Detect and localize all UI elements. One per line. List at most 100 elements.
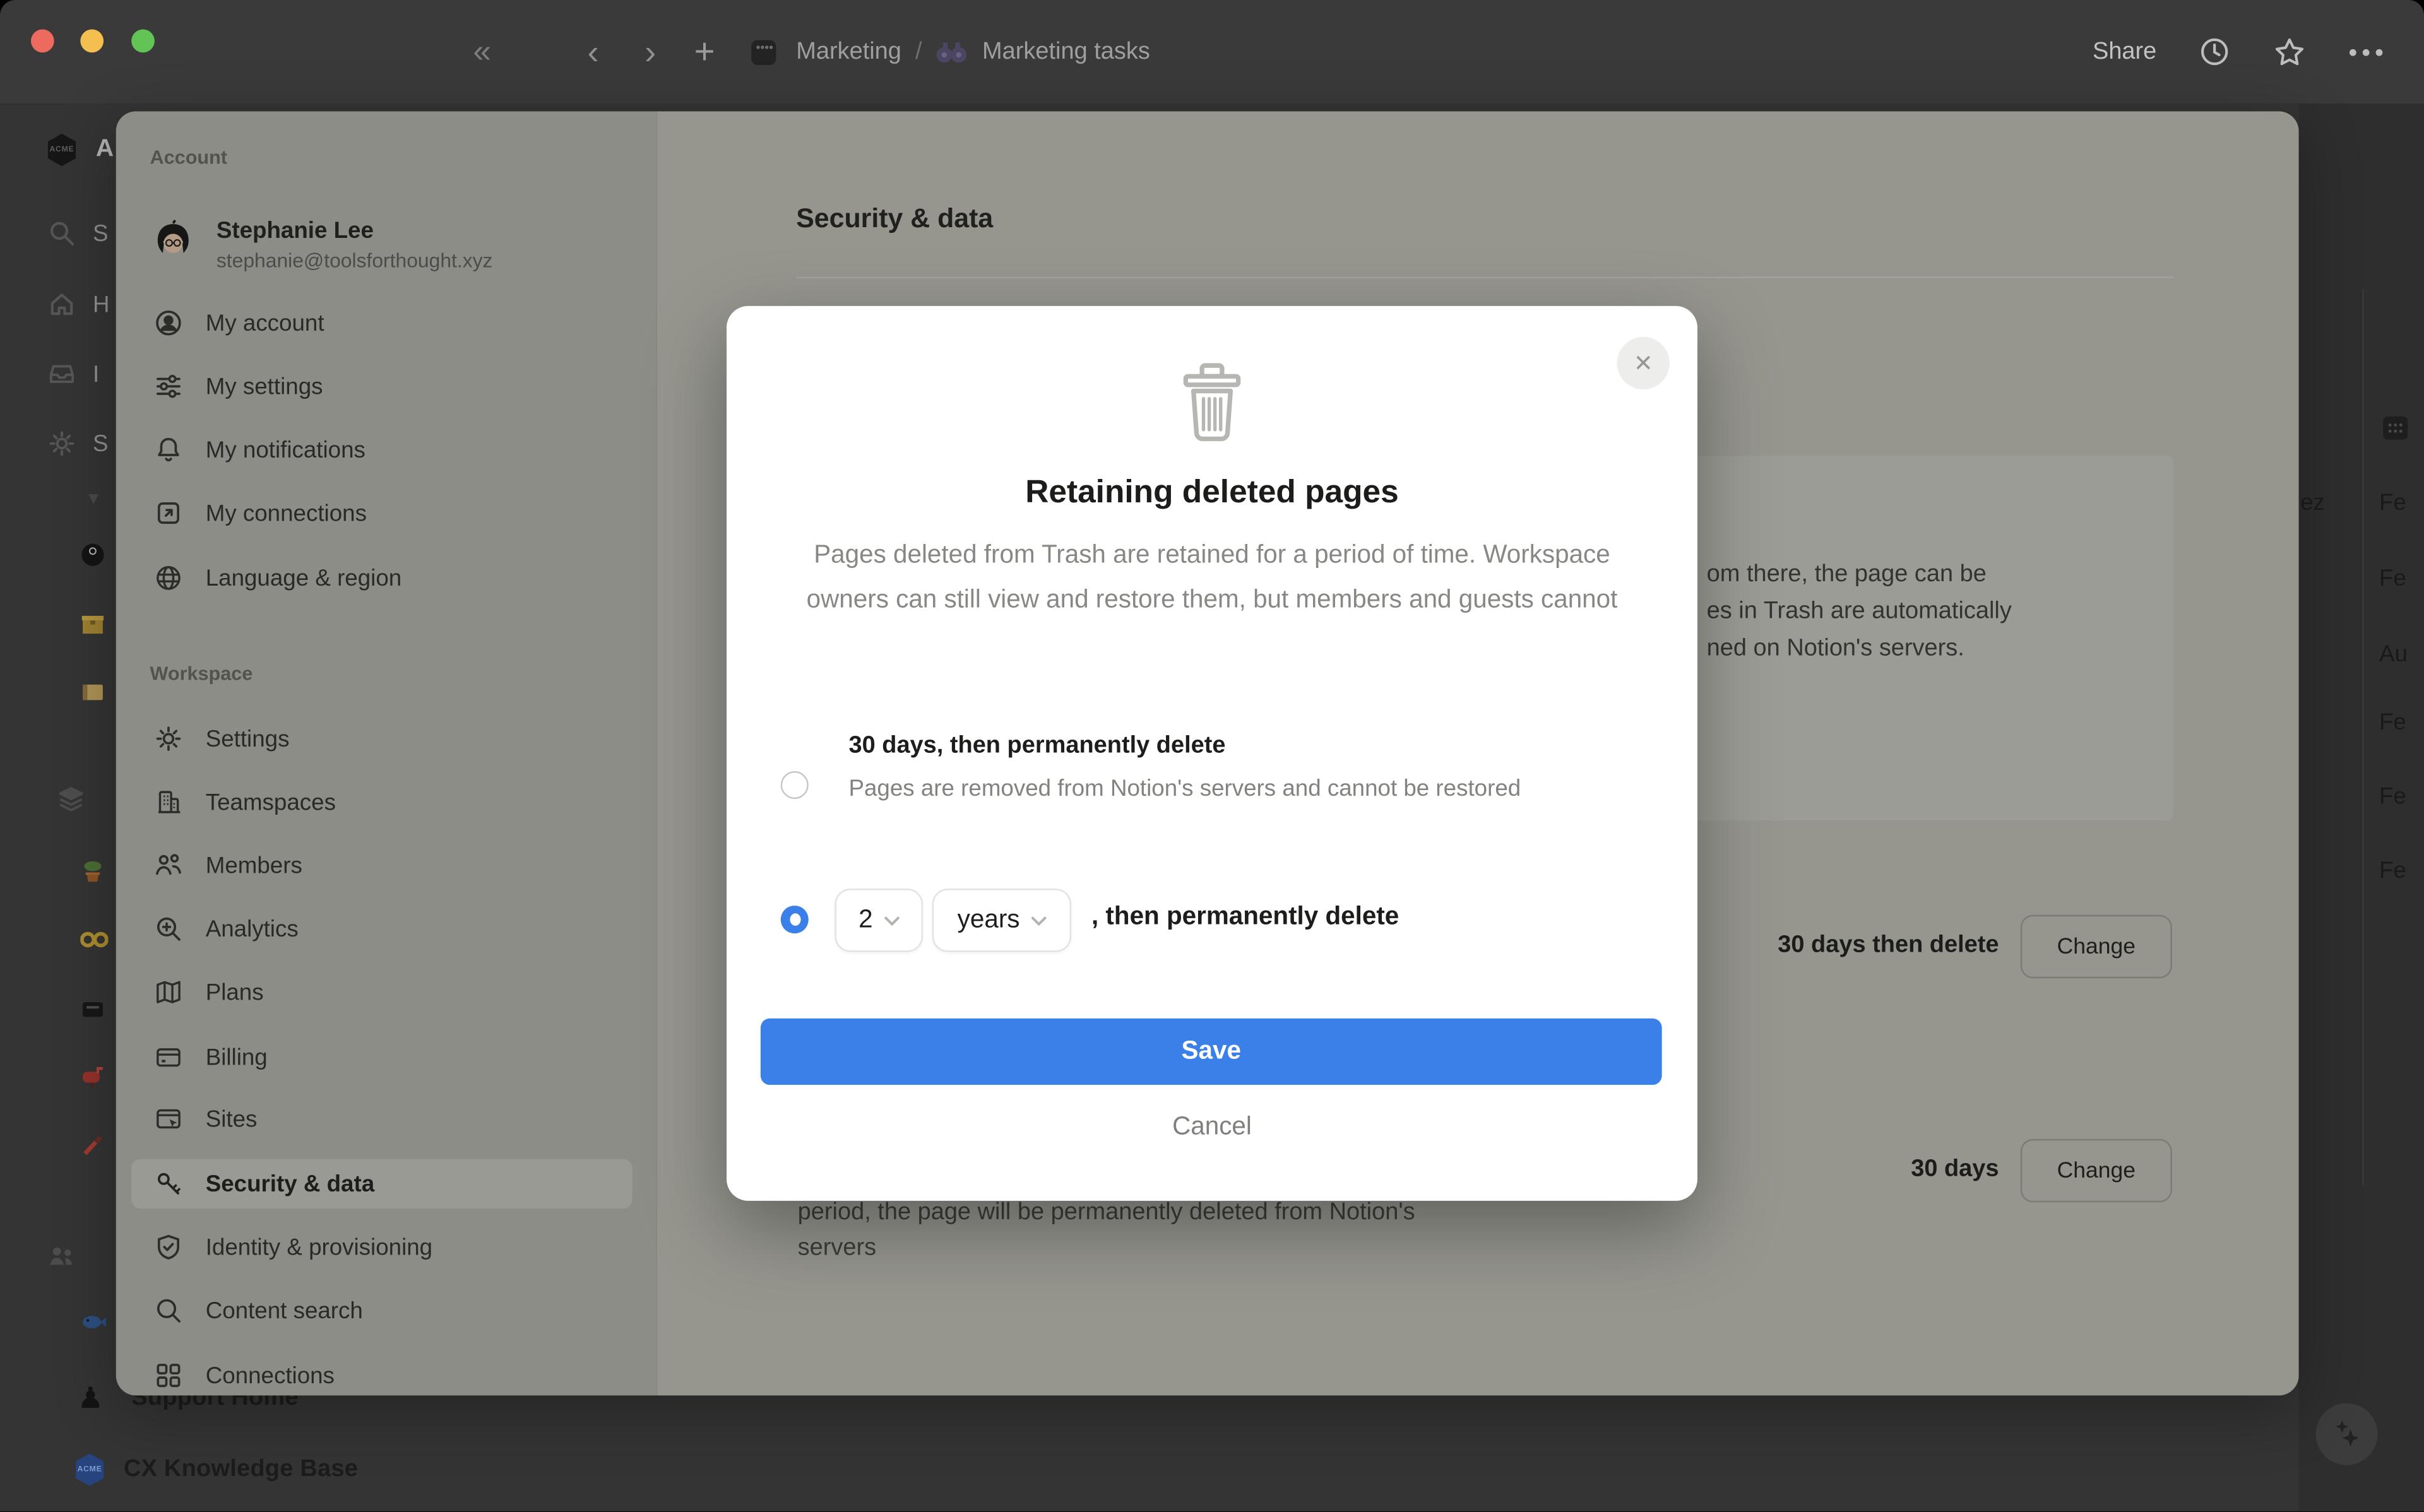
chevron-down-icon xyxy=(884,916,899,925)
sidebar-item-sites[interactable]: Sites xyxy=(131,1094,632,1143)
sidebar-collapse-icon[interactable]: « xyxy=(473,0,491,103)
share-button[interactable]: Share xyxy=(2093,38,2156,66)
sidebar-item-analytics[interactable]: Analytics xyxy=(131,904,632,954)
search-icon xyxy=(46,218,77,249)
acme-workspace-icon: ACME xyxy=(44,131,81,168)
updates-clock-icon[interactable] xyxy=(2198,35,2230,68)
sidebar-item-my-connections[interactable]: My connections xyxy=(131,488,632,538)
table-date-cell: Fe xyxy=(2379,784,2406,810)
favorite-star-icon[interactable] xyxy=(2272,35,2307,69)
workspace-name-fragment: A xyxy=(96,136,114,164)
sidebar-item-my-settings[interactable]: My settings xyxy=(131,362,632,411)
sidebar-item-cx-knowledge-base[interactable]: ACME CX Knowledge Base xyxy=(71,1451,358,1489)
table-date-cell: Fe xyxy=(2379,709,2406,736)
book-icon xyxy=(80,680,105,705)
breadcrumb: Marketing / Marketing tasks xyxy=(796,0,1150,103)
chevron-down-icon xyxy=(1031,916,1046,925)
notion-window: « ‹ › + Marketing / Marketing tasks xyxy=(0,0,2424,1511)
sidebar-item-layers[interactable] xyxy=(56,784,86,815)
titlebar: « ‹ › + Marketing / Marketing tasks xyxy=(0,0,2424,103)
radio-custom-period[interactable] xyxy=(781,906,809,933)
sidebar-item-teamspaces[interactable]: Teamspaces xyxy=(131,777,632,827)
sidebar-item-search[interactable]: S xyxy=(46,218,108,249)
save-button[interactable]: Save xyxy=(761,1019,1662,1085)
table-name-fragment: ez xyxy=(2300,490,2325,516)
sidebar-item-home[interactable]: H xyxy=(46,289,109,320)
sidebar-item-identity-provisioning[interactable]: Identity & provisioning xyxy=(131,1222,632,1272)
period-unit-select[interactable]: years xyxy=(932,889,1071,952)
period-count-select[interactable]: 2 xyxy=(835,889,923,952)
arrow-box-icon xyxy=(153,498,184,529)
close-window-button[interactable] xyxy=(31,30,54,53)
dialog-description: Pages deleted from Trash are retained fo… xyxy=(779,533,1644,623)
sidebar-item-inbox[interactable]: I xyxy=(46,358,99,389)
sidebar-item-settings[interactable]: S xyxy=(46,428,108,459)
sidebar-item-billing[interactable]: Billing xyxy=(131,1032,632,1082)
change-deletion-button[interactable]: Change xyxy=(2021,1139,2172,1202)
new-page-icon[interactable]: + xyxy=(694,0,715,103)
breadcrumb-parent[interactable]: Marketing xyxy=(796,38,901,66)
notion-ai-button[interactable] xyxy=(2316,1403,2378,1465)
sidebar-item-teamspace[interactable] xyxy=(46,1241,77,1272)
option-30-days-description: Pages are removed from Notion's servers … xyxy=(848,771,1644,806)
page-item-screwdriver[interactable] xyxy=(80,1133,105,1157)
fish-icon xyxy=(80,1312,107,1332)
goggles-icon xyxy=(80,929,108,950)
bell-icon xyxy=(153,434,184,465)
map-icon xyxy=(153,977,184,1008)
sidebar-item-my-account[interactable]: My account xyxy=(131,298,632,348)
gear-icon xyxy=(153,723,184,754)
page-item-black-card[interactable] xyxy=(80,997,105,1022)
breadcrumb-current[interactable]: Marketing tasks xyxy=(982,38,1150,66)
retaining-deleted-pages-dialog: ✕ Retaining deleted pages Pages deleted … xyxy=(727,306,1697,1201)
dialog-title: Retaining deleted pages xyxy=(727,475,1697,512)
chess-pawn-icon: ♟ xyxy=(77,1383,104,1414)
people-icon xyxy=(153,850,184,881)
page-item-8ball[interactable] xyxy=(80,543,105,567)
deletion-period-value: 30 days xyxy=(1911,1156,1999,1184)
user-email: stephanie@toolsforthought.xyz xyxy=(217,247,493,274)
page-item-box[interactable] xyxy=(80,612,105,637)
period-count-value: 2 xyxy=(858,906,873,935)
forward-icon[interactable]: › xyxy=(645,0,656,103)
zoom-window-button[interactable] xyxy=(131,30,155,53)
page-title: Security & data xyxy=(796,203,993,235)
inbox-icon xyxy=(46,358,77,389)
gear-icon xyxy=(46,428,77,459)
cancel-button[interactable]: Cancel xyxy=(727,1113,1697,1142)
page-item-fish[interactable] xyxy=(80,1312,107,1332)
page-item-plant[interactable] xyxy=(80,859,105,884)
back-icon[interactable]: ‹ xyxy=(588,0,599,103)
more-options-icon[interactable] xyxy=(2348,47,2384,57)
grid-icon xyxy=(153,1360,184,1391)
close-icon[interactable]: ✕ xyxy=(1617,337,1670,389)
account-user[interactable]: Stephanie Lee stephanie@toolsforthought.… xyxy=(150,216,493,274)
sidebar-item-my-notifications[interactable]: My notifications xyxy=(131,425,632,474)
layers-icon xyxy=(56,784,86,815)
settings-sidebar: Account Stephani xyxy=(116,111,657,1395)
package-icon xyxy=(80,612,105,637)
sidebar-item-plans[interactable]: Plans xyxy=(131,967,632,1017)
home-icon xyxy=(46,289,77,320)
section-caret-icon[interactable]: ▼ xyxy=(85,490,102,508)
minimize-window-button[interactable] xyxy=(80,30,104,53)
sidebar-item-members[interactable]: Members xyxy=(131,841,632,890)
sidebar-item-content-search[interactable]: Content search xyxy=(131,1286,632,1335)
sparkles-icon xyxy=(2328,1415,2365,1453)
table-date-cell: Au xyxy=(2379,641,2408,668)
table-date-cell: Fe xyxy=(2379,565,2406,592)
change-retention-button[interactable]: Change xyxy=(2021,915,2172,978)
page-item-book[interactable] xyxy=(80,680,105,705)
sidebar-item-security-data[interactable]: Security & data xyxy=(131,1159,632,1208)
page-item-goggles[interactable] xyxy=(80,929,108,950)
radio-30-days[interactable] xyxy=(781,771,809,799)
avatar xyxy=(150,220,196,266)
table-column-divider xyxy=(2362,289,2363,1185)
page-item-mailbox[interactable] xyxy=(80,1065,105,1089)
sidebar-item-connections[interactable]: Connections xyxy=(131,1350,632,1395)
sidebar-item-language-region[interactable]: Language & region xyxy=(131,553,632,603)
table-date-cell: Fe xyxy=(2379,490,2406,516)
workspace-switcher[interactable]: ACME A xyxy=(44,131,114,168)
sidebar-item-workspace-settings[interactable]: Settings xyxy=(131,714,632,763)
acme-blue-badge-icon: ACME xyxy=(71,1451,109,1489)
